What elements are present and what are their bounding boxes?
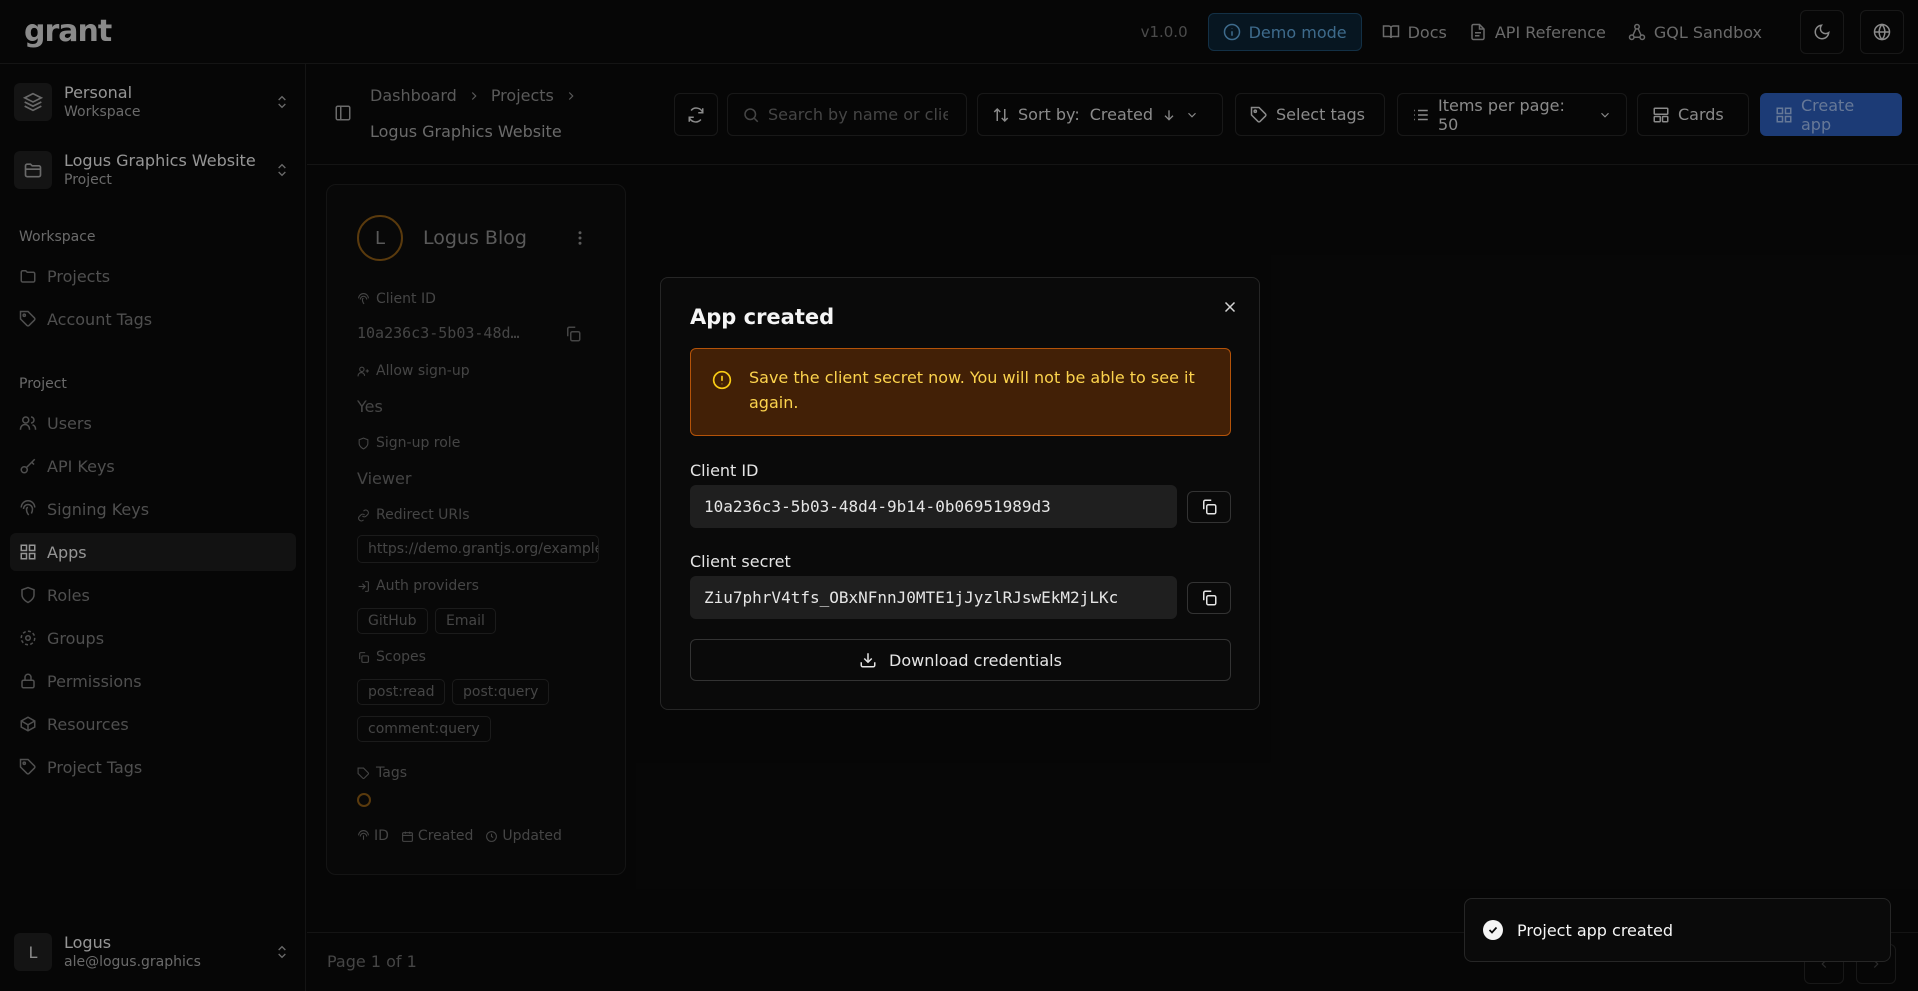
warning-text: Save the client secret now. You will not… [749,368,1195,412]
copy-icon [1200,498,1218,516]
close-icon[interactable] [1221,298,1239,316]
client-id-label: Client ID [690,461,759,480]
toast-notification[interactable]: Project app created [1464,898,1891,962]
client-secret-field[interactable]: Ziu7phrV4tfs_OBxNFnnJ0MTE1jJyzlRJswEkM2j… [690,576,1177,619]
dialog-title: App created [690,305,835,329]
copy-client-id-button[interactable] [1187,491,1231,523]
copy-icon [1200,589,1218,607]
download-credentials-label: Download credentials [889,650,1062,670]
download-icon [859,651,877,669]
client-id-field[interactable]: 10a236c3-5b03-48d4-9b14-0b06951989d3 [690,485,1177,528]
toast-message: Project app created [1517,920,1673,940]
copy-client-secret-button[interactable] [1187,582,1231,614]
app-created-dialog: App created Save the client secret now. … [660,277,1260,710]
check-circle-icon [1483,920,1503,940]
client-secret-label: Client secret [690,552,791,571]
alert-circle-icon [712,370,732,390]
warning-alert: Save the client secret now. You will not… [690,348,1231,436]
download-credentials-button[interactable]: Download credentials [690,639,1231,681]
